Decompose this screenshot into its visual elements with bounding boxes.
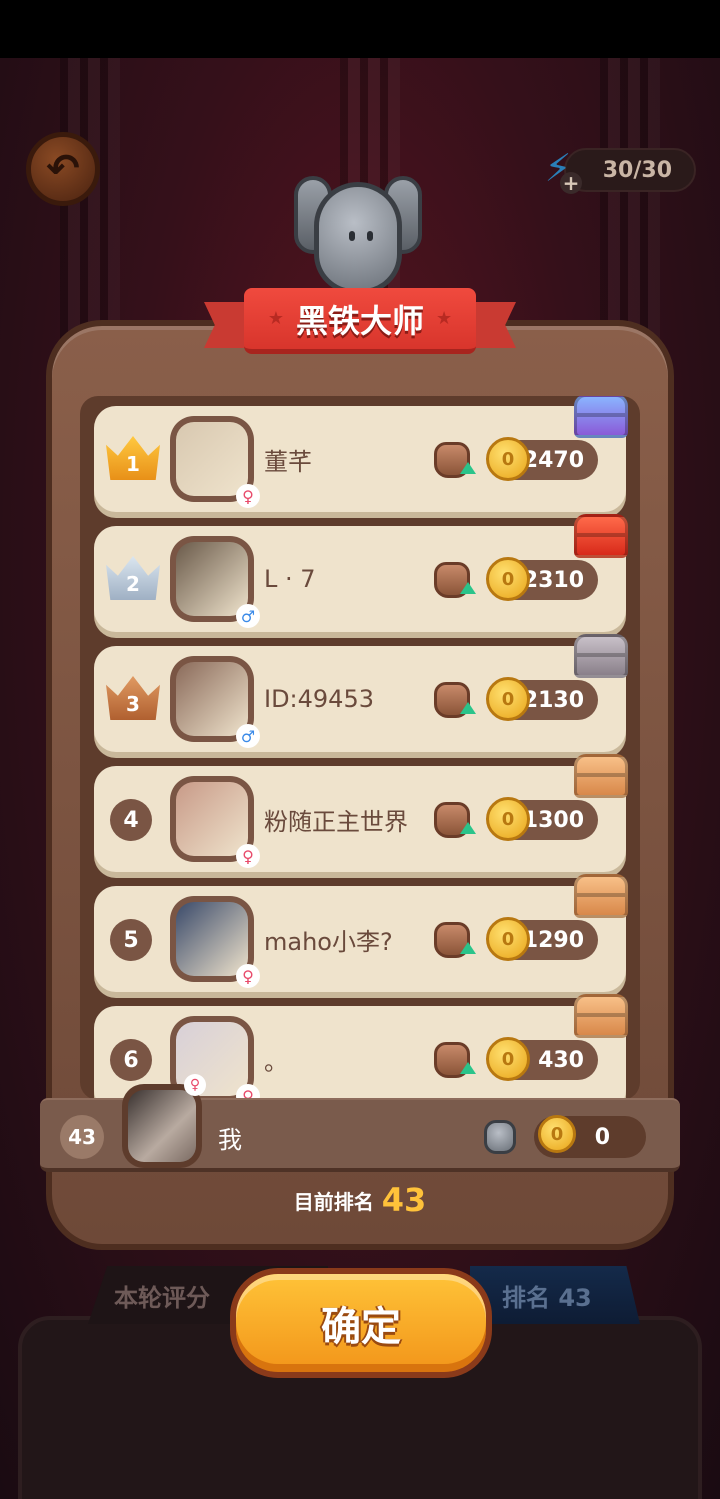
avatar[interactable]: ♂: [170, 656, 260, 748]
rank-number: 4: [110, 799, 152, 841]
treasure-chest-icon[interactable]: [574, 874, 628, 918]
add-energy-icon[interactable]: +: [560, 171, 582, 195]
rank-up-arrow-icon: [460, 822, 476, 834]
avatar-image: [176, 902, 248, 976]
coin-value: 2130: [522, 687, 584, 713]
current-rank-label: 目前排名: [293, 1189, 374, 1214]
gold-coin-icon: 0: [486, 677, 530, 721]
crown-icon: 1: [106, 436, 160, 480]
avatar[interactable]: ♀: [170, 896, 260, 988]
coin-value: 430: [538, 1047, 584, 1073]
title-ribbon: ★ 黑铁大师 ★: [204, 288, 516, 358]
energy-counter[interactable]: 30/30 ⚡ +: [534, 144, 696, 196]
coin-value: 2470: [522, 447, 584, 473]
coin-value: 1300: [522, 807, 584, 833]
rank-up-arrow-icon: [460, 702, 476, 714]
list-item[interactable]: 1 ♀ 董芊 0 2470: [94, 396, 628, 512]
rank-badge-icon: [484, 1120, 516, 1154]
gold-coin-icon: 0: [486, 557, 530, 601]
rank-up-arrow-icon: [460, 942, 476, 954]
current-rank: 目前排名 43: [0, 1176, 720, 1224]
my-coin-count: 0 0: [534, 1115, 646, 1158]
status-bar: [0, 0, 720, 58]
confirm-button[interactable]: 确定: [230, 1268, 492, 1378]
coin-count: 0 2130: [486, 677, 598, 721]
avatar-image: [176, 782, 248, 856]
list-item[interactable]: 5 ♀ maho小李? 0 1290: [94, 874, 628, 992]
avatar-image: [176, 542, 248, 616]
list-item[interactable]: 2 ♂ L · 7 0 2310: [94, 514, 628, 632]
star-icon: ★: [267, 308, 284, 329]
male-icon: ♂: [236, 724, 260, 748]
crown-icon: 3: [106, 676, 160, 720]
back-button[interactable]: ↶: [26, 132, 100, 206]
male-icon: ♂: [236, 604, 260, 628]
rank-up-arrow-icon: [460, 462, 476, 474]
female-icon: ♀: [236, 484, 260, 508]
female-icon: ♀: [236, 844, 260, 868]
treasure-chest-icon[interactable]: [574, 754, 628, 798]
coin-count: 0 430: [486, 1037, 598, 1081]
coin-count: 0 2310: [486, 557, 598, 601]
player-name: 粉随正主世界: [264, 807, 408, 836]
player-name: ID:49453: [264, 685, 374, 713]
rank-up-arrow-icon: [460, 582, 476, 594]
gold-coin-icon: 0: [538, 1115, 576, 1153]
my-rank-number: 43: [60, 1115, 104, 1159]
female-icon: ♀: [236, 964, 260, 988]
avatar-image: [176, 422, 248, 496]
list-item[interactable]: 3 ♂ ID:49453 0 2130: [94, 634, 628, 752]
treasure-chest-icon[interactable]: [574, 994, 628, 1038]
rank-up-arrow-icon: [460, 1062, 476, 1074]
crown-icon: 2: [106, 556, 160, 600]
energy-value: 30/30: [564, 148, 696, 192]
treasure-chest-icon[interactable]: [574, 514, 628, 558]
star-icon: ★: [436, 308, 453, 329]
my-rank-row: 43 ♀ 我 0 0: [40, 1074, 680, 1172]
coin-count: 0 1300: [486, 797, 598, 841]
coin-value: 1290: [522, 927, 584, 953]
player-name: 董芊: [264, 447, 312, 476]
treasure-chest-icon[interactable]: [574, 396, 628, 438]
rank-emblem-icon: [288, 176, 428, 302]
coin-value: 2310: [522, 567, 584, 593]
treasure-chest-icon[interactable]: [574, 634, 628, 678]
gold-coin-icon: 0: [486, 797, 530, 841]
player-name: maho小李?: [264, 927, 393, 956]
rank-number: 5: [110, 919, 152, 961]
avatar[interactable]: ♀: [170, 776, 260, 868]
player-name: 。: [264, 1047, 288, 1076]
rank-number: 6: [110, 1039, 152, 1081]
coin-count: 0 2470: [486, 437, 598, 481]
avatar-image: [176, 662, 248, 736]
avatar[interactable]: ♀: [122, 1074, 206, 1168]
gold-coin-icon: 0: [486, 917, 530, 961]
my-coin-value: 0: [594, 1124, 610, 1150]
coin-count: 0 1290: [486, 917, 598, 961]
avatar[interactable]: ♀: [170, 416, 260, 508]
list-item[interactable]: 4 ♀ 粉随正主世界 0 1300: [94, 754, 628, 872]
back-arrow-icon: ↶: [46, 146, 80, 192]
gold-coin-icon: 0: [486, 437, 530, 481]
female-icon: ♀: [184, 1074, 206, 1096]
league-title: 黑铁大师: [295, 301, 424, 340]
avatar[interactable]: ♂: [170, 536, 260, 628]
current-rank-value: 43: [381, 1181, 427, 1219]
leaderboard-list[interactable]: 1 ♀ 董芊 0 2470 2 ♂ L · 7 0 2310 3 ♂ ID:49453 0 2130 4 ♀ 粉随…: [80, 396, 640, 1100]
gold-coin-icon: 0: [486, 1037, 530, 1081]
my-player-name: 我: [218, 1125, 242, 1154]
tab-ranking[interactable]: 排名 43: [470, 1266, 640, 1324]
player-name: L · 7: [264, 565, 316, 593]
